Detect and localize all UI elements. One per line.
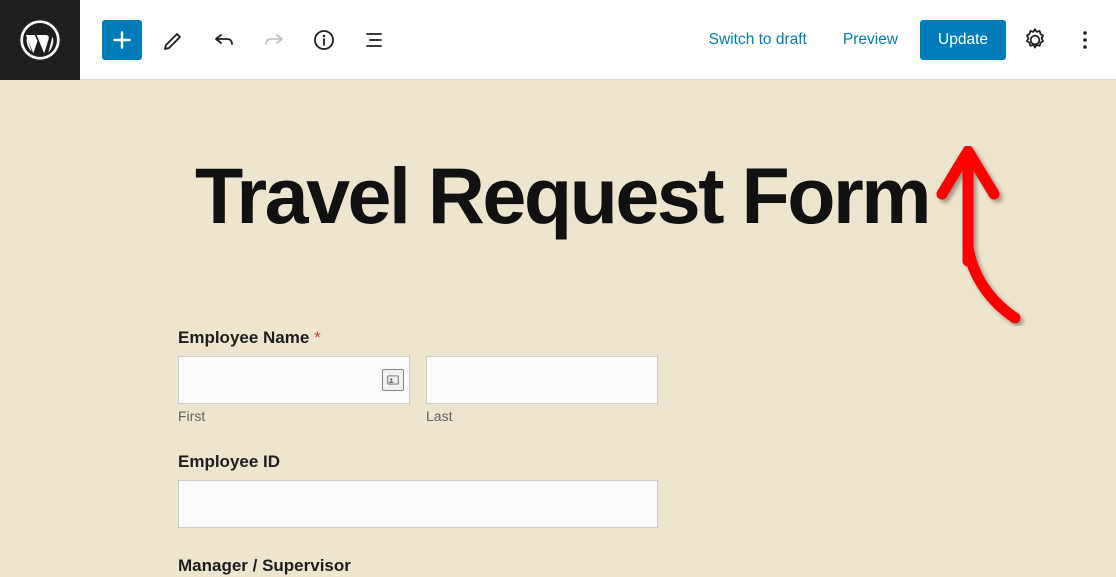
employee-id-input[interactable] bbox=[178, 480, 658, 528]
plus-icon bbox=[109, 27, 135, 53]
first-name-input[interactable] bbox=[178, 356, 410, 404]
outline-button[interactable] bbox=[356, 22, 392, 58]
form-preview: Employee Name * First bbox=[178, 328, 658, 576]
settings-button[interactable] bbox=[1014, 19, 1056, 61]
preview-button[interactable]: Preview bbox=[829, 21, 912, 59]
editor-toolbar: Switch to draft Preview Update bbox=[0, 0, 1116, 80]
redo-icon bbox=[262, 28, 286, 52]
autofill-contact-icon[interactable] bbox=[382, 369, 404, 391]
update-button[interactable]: Update bbox=[920, 20, 1006, 60]
field-manager: Manager / Supervisor bbox=[178, 556, 658, 576]
toolbar-left-group bbox=[80, 20, 392, 60]
info-icon bbox=[312, 28, 336, 52]
tools-button[interactable] bbox=[156, 22, 192, 58]
wordpress-logo[interactable] bbox=[0, 0, 80, 80]
first-name-sublabel: First bbox=[178, 408, 410, 424]
last-name-sublabel: Last bbox=[426, 408, 658, 424]
list-icon bbox=[362, 28, 386, 52]
employee-name-label: Employee Name * bbox=[178, 328, 658, 348]
kebab-icon bbox=[1073, 28, 1097, 52]
redo-button[interactable] bbox=[256, 22, 292, 58]
undo-button[interactable] bbox=[206, 22, 242, 58]
employee-id-label: Employee ID bbox=[178, 452, 658, 472]
info-button[interactable] bbox=[306, 22, 342, 58]
employee-name-label-text: Employee Name bbox=[178, 328, 309, 347]
page-title[interactable]: Travel Request Form bbox=[195, 155, 1116, 238]
gear-icon bbox=[1022, 27, 1048, 53]
more-options-button[interactable] bbox=[1064, 19, 1106, 61]
required-indicator: * bbox=[314, 328, 321, 347]
add-block-button[interactable] bbox=[102, 20, 142, 60]
switch-to-draft-button[interactable]: Switch to draft bbox=[695, 21, 821, 59]
pencil-icon bbox=[162, 28, 186, 52]
last-name-input[interactable] bbox=[426, 356, 658, 404]
field-employee-id: Employee ID bbox=[178, 452, 658, 528]
manager-label: Manager / Supervisor bbox=[178, 556, 658, 576]
toolbar-right-group: Switch to draft Preview Update bbox=[695, 19, 1106, 61]
wordpress-icon bbox=[20, 20, 60, 60]
undo-icon bbox=[212, 28, 236, 52]
editor-canvas: Travel Request Form Employee Name * bbox=[0, 80, 1116, 577]
field-employee-name: Employee Name * First bbox=[178, 328, 658, 424]
